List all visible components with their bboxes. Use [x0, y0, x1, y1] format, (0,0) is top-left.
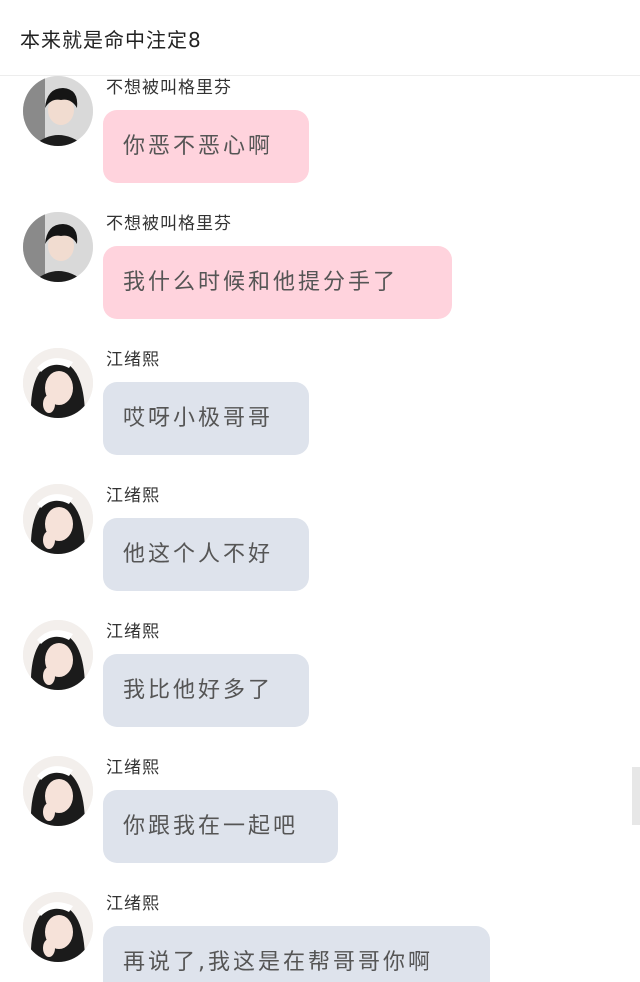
boy-avatar-icon[interactable]	[23, 76, 93, 146]
chat-screen: 本来就是命中注定8 不想被叫格里芬 你恶不恶心啊 不想被叫格里芬 我什么时候和他…	[0, 0, 640, 982]
message-row: 江绪熙 再说了,我这是在帮哥哥你啊	[0, 892, 640, 982]
message-bubble[interactable]: 你跟我在一起吧	[103, 790, 338, 863]
sender-name: 江绪熙	[106, 486, 160, 506]
girl-avatar-icon[interactable]	[23, 756, 93, 826]
sender-name: 不想被叫格里芬	[106, 78, 232, 98]
girl-avatar-icon[interactable]	[23, 620, 93, 690]
sender-name: 江绪熙	[106, 894, 160, 914]
sender-name: 不想被叫格里芬	[106, 214, 232, 234]
girl-avatar-icon[interactable]	[23, 348, 93, 418]
chat-title: 本来就是命中注定8	[20, 28, 202, 52]
message-bubble[interactable]: 再说了,我这是在帮哥哥你啊	[103, 926, 490, 982]
message-row: 江绪熙 我比他好多了	[0, 620, 640, 740]
message-bubble[interactable]: 哎呀小极哥哥	[103, 382, 309, 455]
message-row: 不想被叫格里芬 你恶不恶心啊	[0, 76, 640, 196]
sender-name: 江绪熙	[106, 350, 160, 370]
message-row: 江绪熙 哎呀小极哥哥	[0, 348, 640, 468]
message-bubble[interactable]: 我什么时候和他提分手了	[103, 246, 452, 319]
message-bubble[interactable]: 我比他好多了	[103, 654, 309, 727]
chat-header: 本来就是命中注定8	[0, 0, 640, 76]
message-bubble[interactable]: 你恶不恶心啊	[103, 110, 309, 183]
message-row: 江绪熙 他这个人不好	[0, 484, 640, 604]
sender-name: 江绪熙	[106, 758, 160, 778]
message-row: 不想被叫格里芬 我什么时候和他提分手了	[0, 212, 640, 332]
girl-avatar-icon[interactable]	[23, 892, 93, 962]
girl-avatar-icon[interactable]	[23, 484, 93, 554]
scroll-edge	[632, 767, 640, 825]
sender-name: 江绪熙	[106, 622, 160, 642]
boy-avatar-icon[interactable]	[23, 212, 93, 282]
message-bubble[interactable]: 他这个人不好	[103, 518, 309, 591]
message-row: 江绪熙 你跟我在一起吧	[0, 756, 640, 876]
